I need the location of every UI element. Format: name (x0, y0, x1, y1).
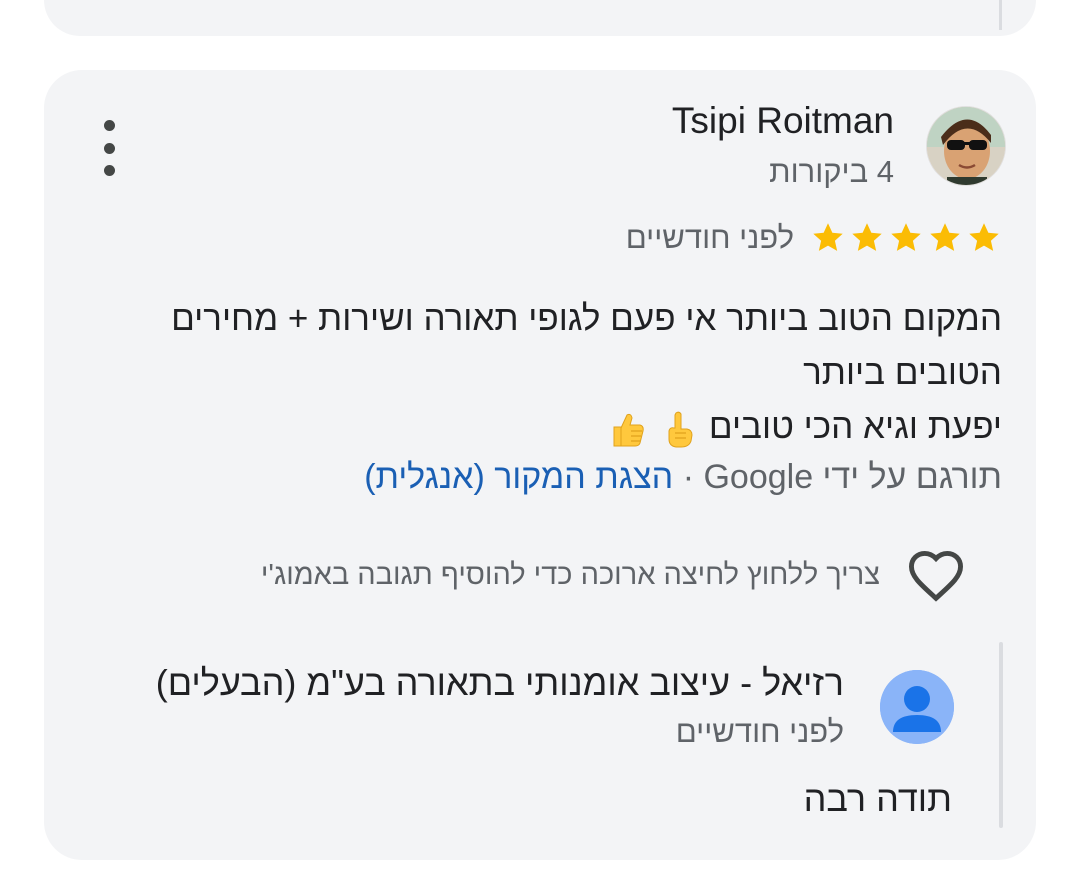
reviewer-name[interactable]: Tsipi Roitman (672, 100, 894, 142)
previous-review-card (44, 0, 1036, 36)
show-original-link[interactable]: הצגת המקור (אנגלית) (364, 458, 673, 496)
star-icon (930, 223, 960, 251)
owner-reply-date: לפני חודשיים (675, 714, 844, 749)
menu-dot (103, 142, 115, 154)
reviewer-avatar[interactable] (926, 106, 1006, 186)
review-text-line: יפעת וגיא הכי טובים (102, 400, 1002, 454)
star-icon (891, 223, 921, 251)
heart-outline-icon[interactable] (906, 548, 966, 602)
thumbs-up-emoji (613, 413, 645, 447)
star-icon (852, 223, 882, 251)
review-body: המקום הטוב ביותר אי פעם לגופי תאורה ושיר… (102, 292, 1002, 454)
reviewer-review-count: 4 ביקורות (769, 154, 894, 189)
reaction-row: צריך ללחוץ לחיצה ארוכה כדי להוסיף תגובה … (261, 548, 966, 602)
menu-dot (103, 120, 115, 131)
more-options-button[interactable] (92, 120, 126, 176)
index-pointing-up-emoji (668, 411, 693, 448)
reply-divider (999, 642, 1003, 828)
menu-dot (103, 165, 115, 176)
review-text-span: יפעת וגיא הכי טובים (708, 407, 1002, 446)
reviewer-photo (927, 107, 1005, 185)
star-rating (810, 220, 1002, 256)
review-date: לפני חודשיים (625, 220, 794, 255)
separator-dot: · (682, 458, 695, 496)
star-icon (969, 223, 999, 251)
review-text-line: המקום הטוב ביותר אי פעם לגופי תאורה ושיר… (171, 299, 1002, 392)
owner-avatar (880, 670, 954, 744)
owner-reply-text: תודה רבה (803, 778, 952, 819)
star-icon (813, 223, 843, 251)
owner-name: רזיאל - עיצוב אומנותי בתאורה בע"מ (הבעלי… (155, 662, 844, 703)
reply-divider (999, 0, 1002, 30)
reaction-hint: צריך ללחוץ לחיצה ארוכה כדי להוסיף תגובה … (260, 558, 880, 591)
translation-line: תורגם על ידי Google · הצגת המקור (אנגלית… (364, 458, 1002, 497)
translated-by-label: תורגם על ידי Google (703, 458, 1002, 496)
person-icon (880, 670, 954, 744)
review-card: Tsipi Roitman 4 ביקורות לפני חודשיים המק… (44, 70, 1036, 860)
